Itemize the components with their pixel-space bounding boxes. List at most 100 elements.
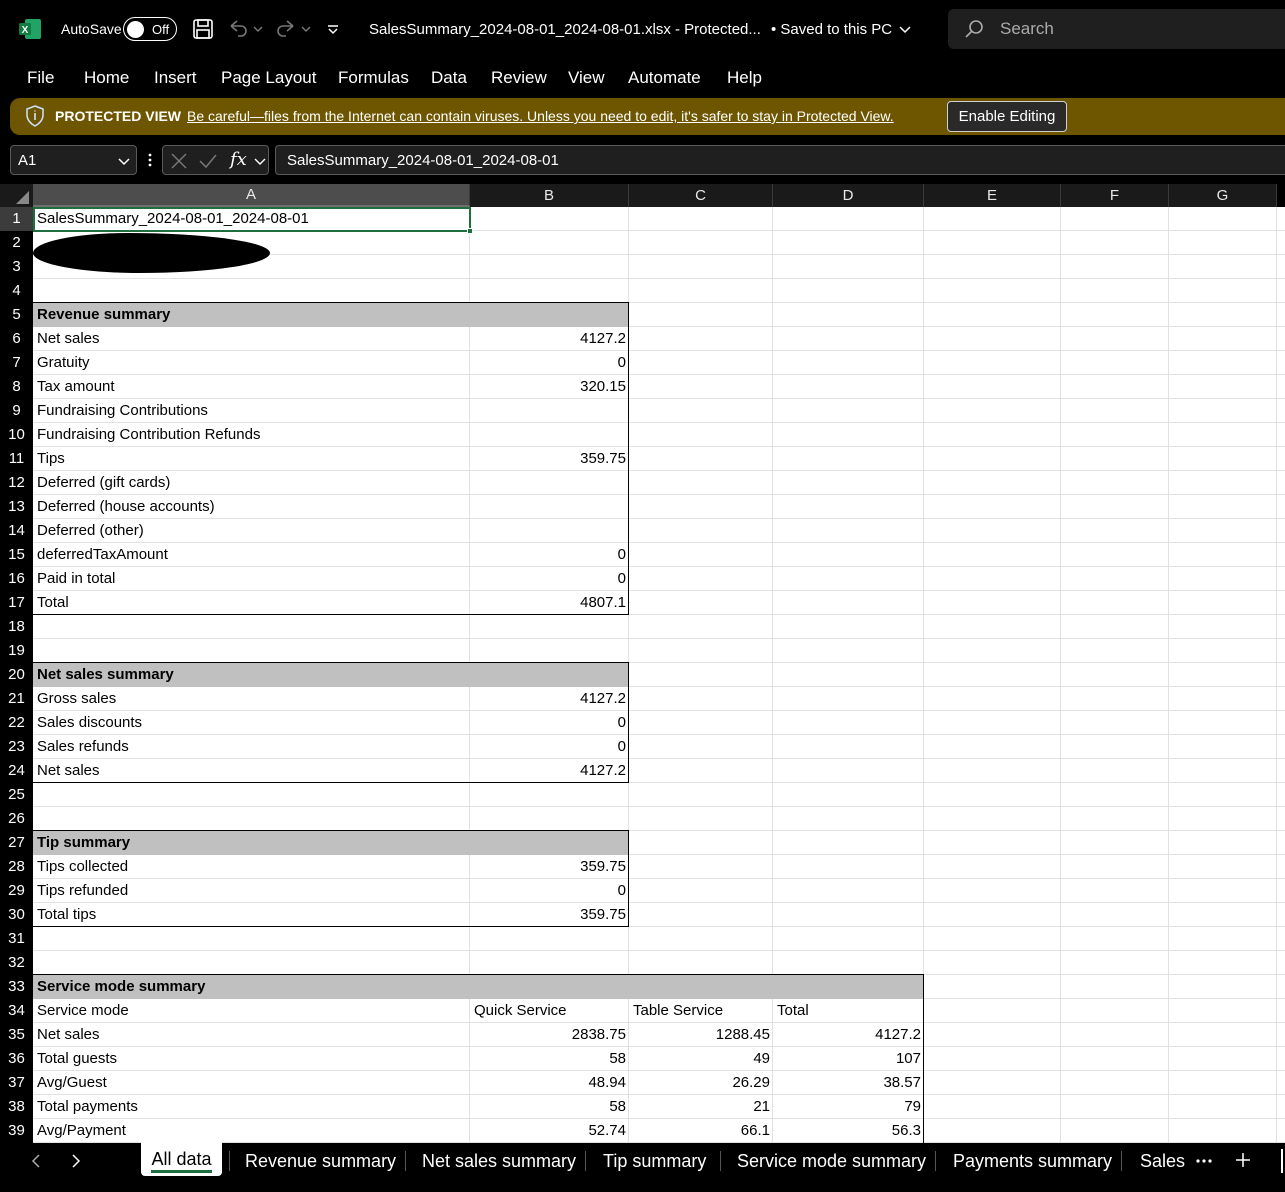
name-box-value: A1 [18,152,37,169]
redo-dropdown-icon[interactable] [300,17,312,41]
enter-icon[interactable] [198,152,218,170]
row-header-36[interactable]: 36 [0,1047,33,1071]
row-header-25[interactable]: 25 [0,783,33,807]
menu-formulas[interactable]: Formulas [338,68,409,88]
row-header-11[interactable]: 11 [0,447,33,471]
name-box[interactable]: A1 [10,145,137,175]
chevron-left-icon[interactable] [29,1153,43,1169]
row-header-19[interactable]: 19 [0,639,33,663]
column-header-d[interactable]: D [773,184,924,207]
row-header-24[interactable]: 24 [0,759,33,783]
sheet-tab-all-data[interactable]: All data [141,1142,222,1176]
row-header-10[interactable]: 10 [0,423,33,447]
enable-editing-button[interactable]: Enable Editing [947,101,1067,132]
menu-page-layout[interactable]: Page Layout [221,68,316,88]
row-header-8[interactable]: 8 [0,375,33,399]
row-header-20[interactable]: 20 [0,663,33,687]
column-header-e[interactable]: E [924,184,1061,207]
sheet-tab-net-sales-summary[interactable]: Net sales summary [422,1143,576,1179]
insert-function-icon[interactable]: fx [230,149,247,170]
worksheet-grid[interactable]: SalesSummary_2024-08-01_2024-08-01 Revenu… [33,207,1285,1143]
title-bar: X AutoSave Off SalesSummary_2024-08-01_2… [0,0,1285,58]
fill-handle[interactable] [467,228,473,234]
row-header-14[interactable]: 14 [0,519,33,543]
table-border [33,302,629,615]
tab-separator [229,1151,230,1171]
row-header-33[interactable]: 33 [0,975,33,999]
row-header-27[interactable]: 27 [0,831,33,855]
row-header-18[interactable]: 18 [0,615,33,639]
row-header-2[interactable]: 2 [0,231,33,255]
menu-review[interactable]: Review [491,68,547,88]
more-tabs-icon[interactable] [1196,1158,1212,1164]
undo-dropdown-icon[interactable] [252,17,264,41]
row-header-37[interactable]: 37 [0,1071,33,1095]
row-header-22[interactable]: 22 [0,711,33,735]
row-header-29[interactable]: 29 [0,879,33,903]
row-header-35[interactable]: 35 [0,1023,33,1047]
row-header-32[interactable]: 32 [0,951,33,975]
row-header-39[interactable]: 39 [0,1119,33,1143]
column-header-g[interactable]: G [1169,184,1277,207]
column-header-b[interactable]: B [470,184,629,207]
row-header-30[interactable]: 30 [0,903,33,927]
row-header-15[interactable]: 15 [0,543,33,567]
sheet-tab-sales[interactable]: Sales [1140,1143,1185,1179]
undo-icon[interactable] [226,17,250,41]
row-header-9[interactable]: 9 [0,399,33,423]
row-header-17[interactable]: 17 [0,591,33,615]
table-border [33,830,629,927]
menu-file[interactable]: File [27,68,54,88]
excel-logo-icon: X [19,19,41,39]
chevron-right-icon[interactable] [69,1153,83,1169]
sheet-tab-service-mode-summary[interactable]: Service mode summary [737,1143,926,1179]
sheet-tab-revenue-summary[interactable]: Revenue summary [245,1143,396,1179]
row-header-13[interactable]: 13 [0,495,33,519]
search-box[interactable]: Search [948,9,1285,49]
row-header-5[interactable]: 5 [0,303,33,327]
redo-icon[interactable] [274,17,298,41]
row-header-7[interactable]: 7 [0,351,33,375]
row-header-31[interactable]: 31 [0,927,33,951]
protected-view-message[interactable]: Be careful—files from the Internet can c… [187,108,894,124]
column-header-a[interactable]: A [33,184,470,207]
row-header-26[interactable]: 26 [0,807,33,831]
row-header-6[interactable]: 6 [0,327,33,351]
row-header-23[interactable]: 23 [0,735,33,759]
menu-help[interactable]: Help [727,68,762,88]
chevron-down-icon[interactable] [254,155,266,167]
row-header-28[interactable]: 28 [0,855,33,879]
customize-toolbar-icon[interactable] [324,17,342,41]
save-icon[interactable] [191,17,215,41]
protected-view-title: PROTECTED VIEW [55,108,182,124]
menu-insert[interactable]: Insert [154,68,197,88]
autosave-state: Off [152,21,170,37]
row-header-12[interactable]: 12 [0,471,33,495]
menu-automate[interactable]: Automate [628,68,701,88]
autosave-toggle[interactable]: Off [123,17,177,41]
save-status[interactable]: • Saved to this PC [771,0,912,58]
autosave-label: AutoSave [61,21,122,37]
cancel-icon[interactable] [170,152,188,170]
menu-data[interactable]: Data [431,68,467,88]
row-header-4[interactable]: 4 [0,279,33,303]
select-all-corner[interactable] [0,184,33,207]
file-name: SalesSummary_2024-08-01_2024-08-01.xlsx … [369,20,761,38]
more-options-icon[interactable] [147,151,153,169]
sheet-tab-tip-summary[interactable]: Tip summary [603,1143,706,1179]
ribbon-menu: File Home Insert Page Layout Formulas Da… [0,58,1285,98]
scroll-divider[interactable] [1281,1149,1283,1173]
row-header-38[interactable]: 38 [0,1095,33,1119]
row-header-16[interactable]: 16 [0,567,33,591]
menu-home[interactable]: Home [84,68,129,88]
sheet-tab-payments-summary[interactable]: Payments summary [953,1143,1112,1179]
row-header-21[interactable]: 21 [0,687,33,711]
row-header-3[interactable]: 3 [0,255,33,279]
column-header-f[interactable]: F [1061,184,1169,207]
formula-input[interactable]: SalesSummary_2024-08-01_2024-08-01 [275,145,1285,175]
column-header-c[interactable]: C [629,184,773,207]
add-sheet-icon[interactable] [1234,1151,1252,1169]
menu-view[interactable]: View [568,68,605,88]
row-header-1[interactable]: 1 [0,207,33,231]
row-header-34[interactable]: 34 [0,999,33,1023]
